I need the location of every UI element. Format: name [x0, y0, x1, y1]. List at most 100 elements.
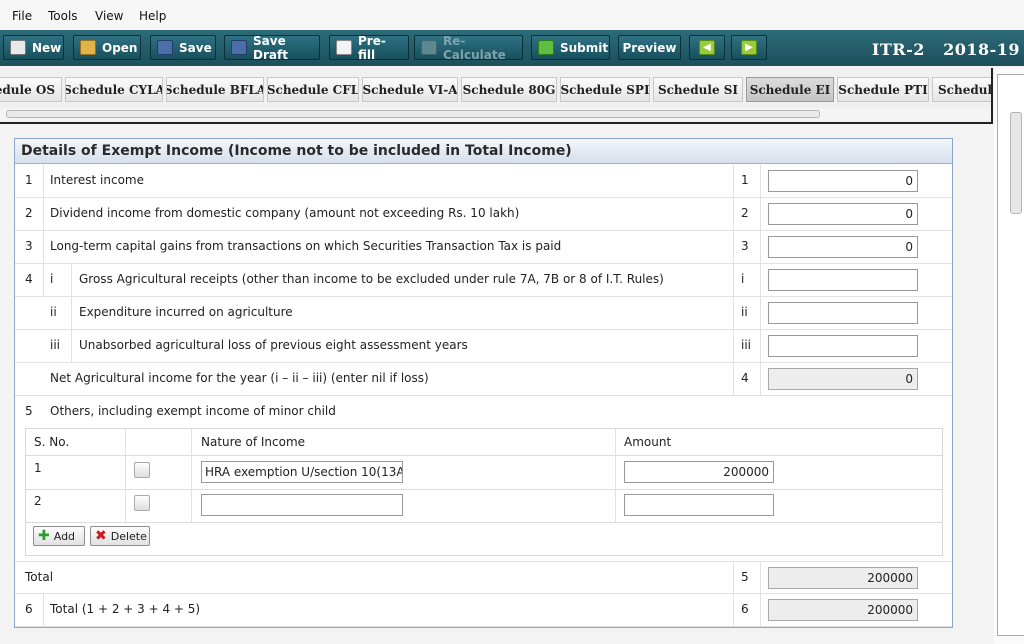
nature-of-income-input[interactable]	[201, 494, 403, 516]
tab-schedule-more[interactable]: Schedule	[932, 77, 993, 102]
tab-schedule-ei[interactable]: Schedule EI	[746, 77, 834, 102]
table-row: 2	[26, 489, 942, 523]
toolbar: New Open Save Save Draft Pre-fill Re-Cal…	[0, 30, 1024, 66]
other-income-table: S. No. Nature of Income Amount 1 HRA exe…	[25, 428, 943, 556]
row-ref: 4	[741, 371, 749, 385]
tab-label: Schedule SI	[657, 82, 739, 97]
open-button[interactable]: Open	[73, 35, 141, 60]
prefill-icon	[336, 40, 352, 55]
dividend-income-field[interactable]: 0	[768, 203, 918, 225]
row-ref: 3	[741, 239, 749, 253]
row-select-checkbox[interactable]	[134, 462, 150, 478]
row-label: Long-term capital gains from transaction…	[50, 239, 562, 253]
tab-label: Schedule CYLA	[65, 82, 163, 97]
delete-x-icon: ✖	[95, 528, 107, 544]
row-sno: 2	[34, 494, 42, 508]
tab-schedule-bfla[interactable]: Schedule BFLA	[166, 77, 264, 102]
row-label: Total	[25, 570, 54, 584]
row-label: Gross Agricultural receipts (other than …	[79, 272, 664, 286]
row-ref: 2	[741, 206, 749, 220]
prefill-button[interactable]: Pre-fill	[329, 33, 409, 62]
tab-schedule-si[interactable]: Schedule SI	[653, 77, 743, 102]
menu-view[interactable]: View	[95, 9, 123, 23]
row-ref: i	[741, 272, 745, 286]
submit-button[interactable]: Submit	[531, 35, 610, 60]
ltcg-field[interactable]: 0	[768, 236, 918, 258]
total-field: 200000	[768, 567, 918, 589]
save-draft-button[interactable]: Save Draft	[224, 33, 320, 62]
preview-label: Preview	[622, 40, 677, 55]
grand-total-field: 200000	[768, 599, 918, 621]
row-select-checkbox[interactable]	[134, 495, 150, 511]
table-header: S. No. Nature of Income Amount	[26, 429, 942, 456]
row-gross-agri-receipts: 4 i Gross Agricultural receipts (other t…	[15, 264, 952, 297]
arrow-left-icon: ◀	[699, 40, 715, 55]
row-ref: ii	[741, 305, 748, 319]
row-sno: 1	[34, 461, 42, 475]
next-button[interactable]: ▶	[731, 35, 767, 60]
calculator-icon	[421, 40, 437, 55]
prefill-label: Pre-fill	[358, 33, 386, 62]
plus-icon: ✚	[38, 528, 50, 544]
row-interest-income: 1 Interest income 1 0	[15, 165, 952, 198]
tab-schedule-spi[interactable]: Schedule SPI	[560, 77, 650, 102]
row-number: 6	[25, 602, 33, 616]
tab-schedule-os[interactable]: Schedule OS	[0, 77, 62, 102]
unabsorbed-agri-loss-field[interactable]	[768, 335, 918, 357]
row-number: 2	[25, 206, 33, 220]
tab-label: Schedule SPI	[560, 82, 650, 97]
menu-help[interactable]: Help	[139, 9, 166, 23]
tab-label: Schedule 80G	[462, 82, 556, 97]
tab-schedule-80g[interactable]: Schedule 80G	[461, 77, 557, 102]
tabs-scrollbar-thumb[interactable]	[6, 110, 820, 118]
delete-label: Delete	[110, 529, 147, 543]
tab-label: Schedule CFL	[267, 82, 359, 97]
row-label: Unabsorbed agricultural loss of previous…	[79, 338, 468, 352]
delete-button[interactable]: ✖ Delete	[90, 526, 150, 546]
save-draft-label: Save Draft	[253, 33, 288, 62]
save-label: Save	[179, 40, 212, 55]
row-label: Total (1 + 2 + 3 + 4 + 5)	[50, 602, 201, 616]
tab-schedule-pti[interactable]: Schedule PTI	[837, 77, 929, 102]
nature-of-income-input[interactable]: HRA exemption U/section 10(13A)	[201, 461, 403, 483]
submit-label: Submit	[560, 40, 609, 55]
amount-input[interactable]	[624, 494, 774, 516]
menu-tools[interactable]: Tools	[48, 9, 78, 23]
menu-file[interactable]: File	[12, 9, 32, 23]
row-label: Others, including exempt income of minor…	[50, 404, 336, 418]
header-sno: S. No.	[34, 435, 70, 449]
row-label: Expenditure incurred on agriculture	[79, 305, 293, 319]
amount-input[interactable]: 200000	[624, 461, 774, 483]
row-agri-expenditure: ii Expenditure incurred on agriculture i…	[15, 297, 952, 330]
row-number: 3	[25, 239, 33, 253]
tab-schedule-vi-a[interactable]: Schedule VI-A	[362, 77, 458, 102]
recalculate-button[interactable]: Re-Calculate	[414, 34, 523, 62]
interest-income-field[interactable]: 0	[768, 170, 918, 192]
agri-expenditure-field[interactable]	[768, 302, 918, 324]
exempt-income-panel: Details of Exempt Income (Income not to …	[14, 138, 953, 628]
vertical-scrollbar-thumb[interactable]	[1010, 112, 1022, 214]
tabs-scrollbar[interactable]	[0, 108, 991, 120]
add-button[interactable]: ✚ Add	[33, 526, 85, 546]
tab-label: Schedule	[938, 82, 993, 97]
row-others: 5 Others, including exempt income of min…	[15, 396, 952, 423]
tab-label: Schedule EI	[749, 82, 831, 97]
new-button[interactable]: New	[3, 35, 64, 60]
preview-button[interactable]: Preview	[618, 35, 681, 60]
panel-title: Details of Exempt Income (Income not to …	[15, 139, 952, 164]
save-draft-icon	[231, 40, 247, 55]
tab-schedule-cfl[interactable]: Schedule CFL	[267, 77, 359, 102]
header-amount: Amount	[624, 435, 672, 449]
row-number: 5	[25, 404, 33, 418]
arrow-right-icon: ▶	[741, 40, 757, 55]
folder-open-icon	[80, 40, 96, 55]
row-label: Dividend income from domestic company (a…	[50, 206, 520, 220]
tab-label: Schedule VI-A	[362, 82, 458, 97]
tab-label: Schedule OS	[0, 82, 55, 97]
new-document-icon	[10, 40, 26, 55]
previous-button[interactable]: ◀	[689, 35, 725, 60]
tab-schedule-cyla[interactable]: Schedule CYLA	[65, 77, 163, 102]
row-net-agri-income: Net Agricultural income for the year (i …	[15, 363, 952, 396]
save-button[interactable]: Save	[150, 35, 216, 60]
gross-agri-receipts-field[interactable]	[768, 269, 918, 291]
